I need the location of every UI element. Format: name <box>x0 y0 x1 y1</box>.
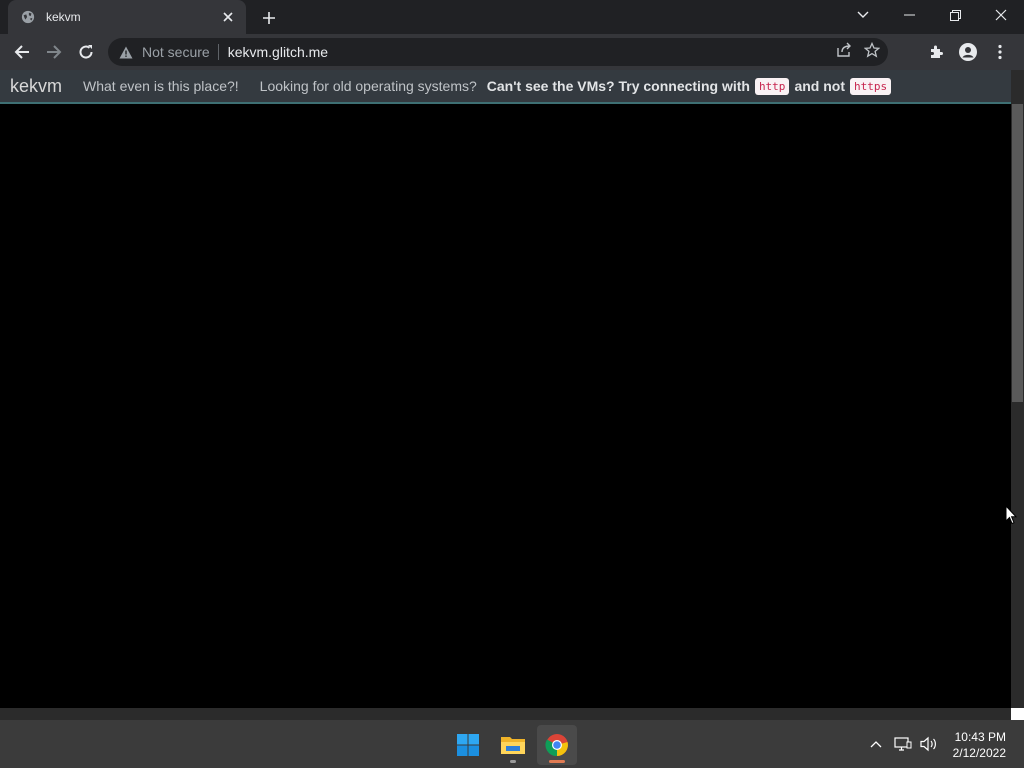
browser-toolbar: Not secure kekvm.glitch.me <box>0 34 1024 70</box>
file-explorer-button[interactable] <box>493 725 533 765</box>
site-navbar: kekvm What even is this place?! Looking … <box>0 70 1011 104</box>
network-icon[interactable] <box>891 732 915 756</box>
share-icon[interactable] <box>836 42 852 63</box>
globe-icon <box>20 9 36 25</box>
security-status[interactable]: Not secure <box>142 44 210 60</box>
url-text[interactable]: kekvm.glitch.me <box>228 44 328 60</box>
close-tab-icon[interactable] <box>220 9 236 25</box>
minimize-icon[interactable] <box>886 0 932 30</box>
nav-link-old-os[interactable]: Looking for old operating systems? <box>260 78 477 94</box>
forward-icon[interactable] <box>38 36 70 68</box>
volume-icon[interactable] <box>917 732 941 756</box>
chrome-taskbar-button[interactable] <box>537 725 577 765</box>
notice-prefix: Can't see the VMs? Try connecting with <box>486 78 750 94</box>
code-http: http <box>754 77 790 95</box>
tab-strip: kekvm <box>0 0 1024 34</box>
app-indicator-active <box>549 760 565 763</box>
start-button[interactable] <box>448 725 488 765</box>
taskbar: 10:43 PM 2/12/2022 <box>0 720 1024 768</box>
tab-title: kekvm <box>46 10 81 24</box>
more-menu-icon[interactable] <box>984 36 1016 68</box>
scrollbar-corner <box>1011 708 1024 720</box>
toolbar-right <box>920 36 1016 68</box>
system-clock[interactable]: 10:43 PM 2/12/2022 <box>953 729 1006 761</box>
tab-kekvm[interactable]: kekvm <box>8 0 246 34</box>
connection-notice: Can't see the VMs? Try connecting with h… <box>486 77 896 95</box>
scrollbar-thumb[interactable] <box>1012 104 1023 402</box>
address-bar[interactable]: Not secure kekvm.glitch.me <box>108 38 888 66</box>
clock-date: 2/12/2022 <box>952 746 1006 760</box>
omnibox-divider <box>217 44 219 60</box>
back-icon[interactable] <box>6 36 38 68</box>
bookmark-star-icon[interactable] <box>863 41 881 63</box>
omnibox-actions <box>836 41 881 63</box>
site-brand[interactable]: kekvm <box>10 76 62 97</box>
close-window-icon[interactable] <box>978 0 1024 30</box>
profile-icon[interactable] <box>952 36 984 68</box>
nav-link-about[interactable]: What even is this place?! <box>83 78 239 94</box>
vm-display[interactable] <box>0 106 1011 708</box>
folder-icon <box>501 737 525 754</box>
tab-search-icon[interactable] <box>840 0 886 30</box>
mouse-cursor-icon <box>1005 504 1018 530</box>
clock-time: 10:43 PM <box>954 730 1006 744</box>
windows-logo-icon <box>457 734 479 756</box>
restore-icon[interactable] <box>932 0 978 30</box>
show-hidden-icons[interactable] <box>864 732 888 756</box>
app-indicator <box>510 760 516 763</box>
new-tab-icon[interactable] <box>258 7 280 29</box>
notice-middle: and not <box>794 78 845 94</box>
horizontal-scrollbar[interactable] <box>0 708 1011 720</box>
warning-icon[interactable] <box>118 44 134 60</box>
code-https: https <box>849 77 892 95</box>
reload-icon[interactable] <box>70 36 102 68</box>
chrome-icon <box>545 734 568 757</box>
extensions-icon[interactable] <box>920 36 952 68</box>
